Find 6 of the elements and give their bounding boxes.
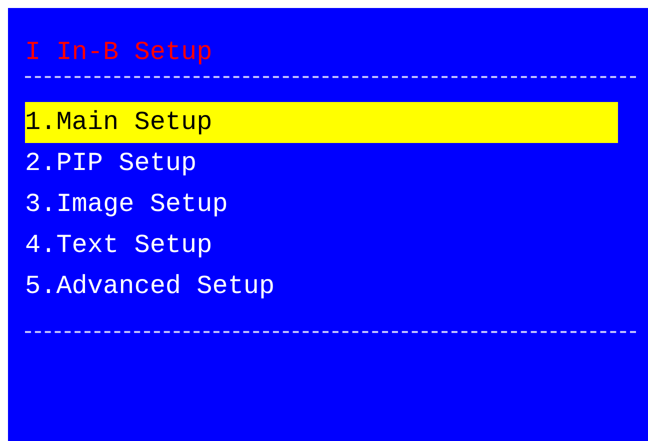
- menu-item[interactable]: 3.Image Setup: [25, 184, 618, 225]
- menu-item[interactable]: 5.Advanced Setup: [25, 266, 618, 307]
- menu-item[interactable]: 4.Text Setup: [25, 225, 618, 266]
- menu-item[interactable]: 1.Main Setup: [25, 102, 618, 143]
- menu-item[interactable]: 2.PIP Setup: [25, 143, 618, 184]
- screen-title: I In-B Setup: [25, 36, 214, 69]
